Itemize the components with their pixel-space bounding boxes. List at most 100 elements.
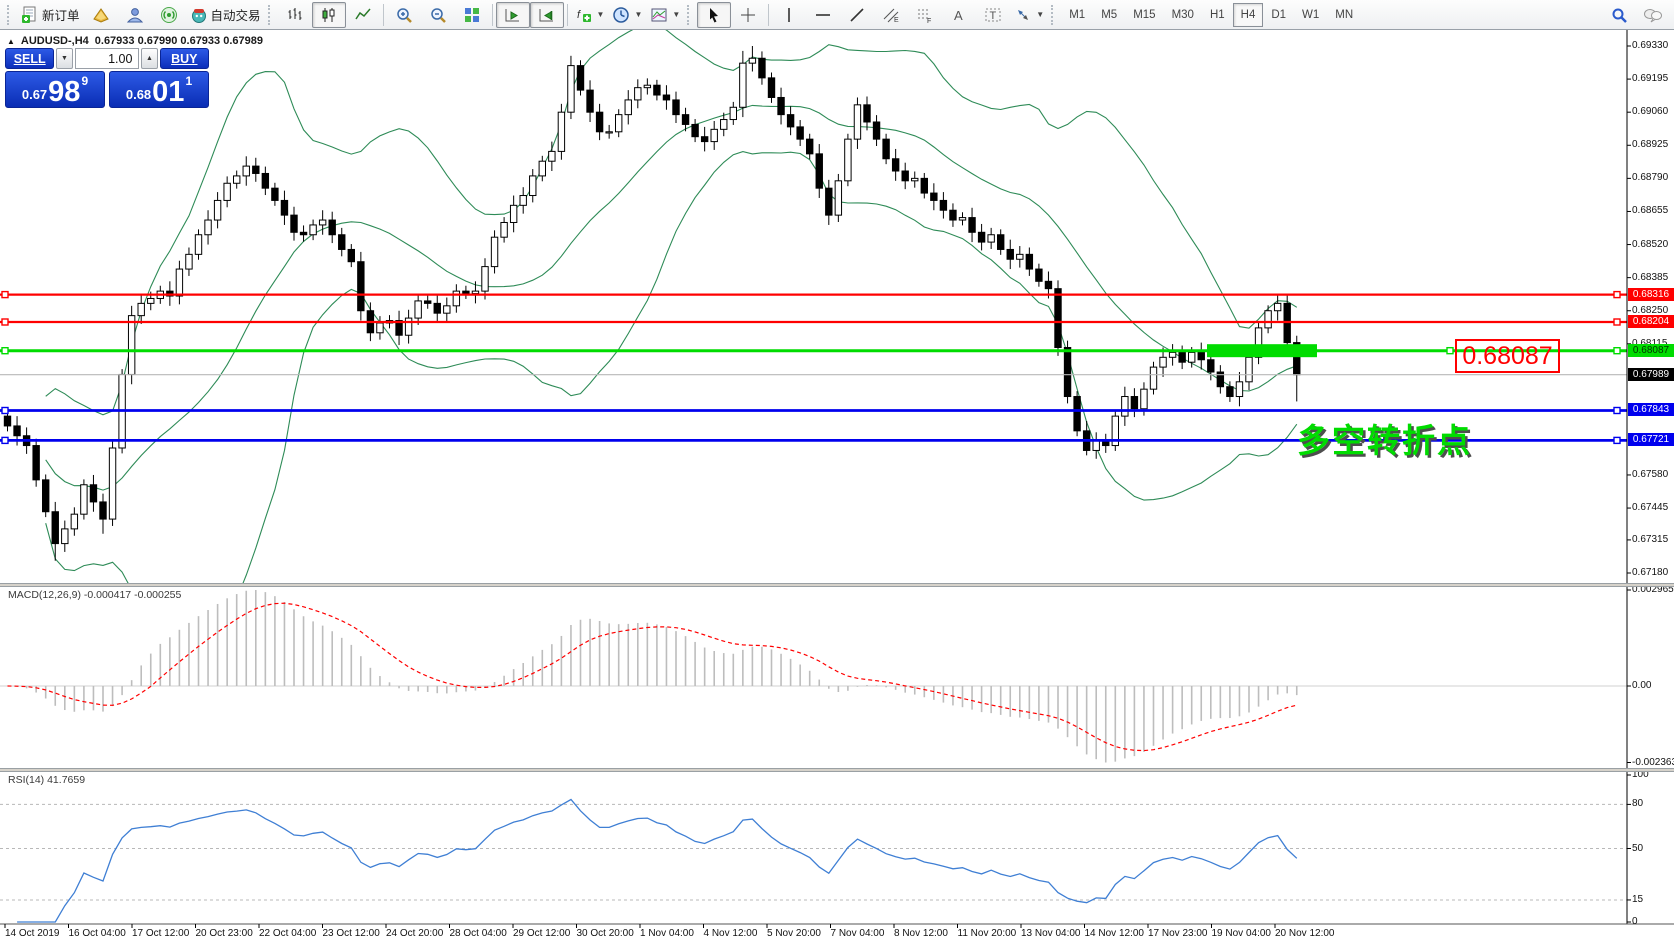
svg-text:f: f — [577, 9, 581, 21]
line-handle[interactable] — [2, 348, 8, 354]
sell-price-display[interactable]: 0.67 98 9 — [5, 71, 105, 108]
periods-icon — [612, 6, 630, 24]
timeframe-button-m5[interactable]: M5 — [1093, 3, 1125, 27]
zoom-out-button[interactable] — [421, 2, 455, 28]
timeframe-button-m30[interactable]: M30 — [1164, 3, 1202, 27]
periods-button[interactable]: ▼ — [608, 2, 646, 28]
green-highlight-rectangle[interactable] — [1207, 344, 1317, 357]
fibonacci-icon: F — [916, 6, 934, 24]
volume-input[interactable]: 1.00 — [75, 48, 140, 69]
timeframe-button-h1[interactable]: H1 — [1202, 3, 1233, 27]
timeframe-toolbar: M1M5M15M30H1H4D1W1MN — [1061, 3, 1361, 27]
arrows-icon — [1014, 6, 1032, 24]
sell-price-sup: 9 — [81, 74, 88, 88]
new-order-icon — [21, 6, 39, 24]
toolbar-grip[interactable] — [268, 5, 275, 25]
vertical-line-icon — [780, 6, 798, 24]
search-button[interactable] — [1602, 2, 1636, 28]
community-chat-button[interactable] — [1636, 2, 1670, 28]
price-tick-label: 0.68925 — [1632, 139, 1668, 150]
volume-increase-button[interactable]: ▲ — [141, 48, 157, 69]
timeframe-button-d1[interactable]: D1 — [1263, 3, 1294, 27]
price-tick-label: 0.67580 — [1632, 469, 1668, 480]
fibonacci-button[interactable]: F — [908, 2, 942, 28]
chart-shift-button[interactable] — [530, 2, 564, 28]
crosshair-button[interactable] — [731, 2, 765, 28]
line-handle[interactable] — [2, 408, 8, 414]
trendline-button[interactable] — [840, 2, 874, 28]
candlestick-chart-button[interactable] — [312, 2, 346, 28]
price-badge-blue: 0.67843 — [1628, 403, 1674, 416]
indicators-button[interactable]: f ▼ — [571, 2, 609, 28]
timeframe-button-mn[interactable]: MN — [1327, 3, 1361, 27]
svg-text:E: E — [894, 17, 899, 24]
rsi-pane-separator[interactable] — [0, 768, 1674, 772]
text-button[interactable]: A — [942, 2, 976, 28]
channel-button[interactable]: E — [874, 2, 908, 28]
macd-tick-label: 0.00 — [1632, 680, 1651, 691]
price-callout-box[interactable]: 0.68087 — [1455, 339, 1560, 373]
channel-icon: E — [882, 6, 900, 24]
vertical-line-button[interactable] — [772, 2, 806, 28]
cursor-icon — [705, 6, 723, 24]
indicators-icon: f — [575, 6, 593, 24]
price-tick-label: 0.69195 — [1632, 73, 1668, 84]
auto-scroll-button[interactable] — [496, 2, 530, 28]
collapse-icon[interactable]: ▲ — [7, 37, 15, 46]
timeframe-button-h4[interactable]: H4 — [1233, 3, 1264, 27]
line-handle[interactable] — [1614, 292, 1620, 298]
arrows-button[interactable]: ▼ — [1010, 2, 1048, 28]
auto-trading-button[interactable]: 自动交易 — [186, 2, 265, 28]
pivot-annotation-text[interactable]: 多空转折点 — [1297, 414, 1472, 462]
timeframe-button-m1[interactable]: M1 — [1061, 3, 1093, 27]
horizontal-line-button[interactable] — [806, 2, 840, 28]
metatrader-app: 新订单 自动交易 — [0, 0, 1674, 947]
zoom-in-button[interactable] — [387, 2, 421, 28]
new-order-button[interactable]: 新订单 — [17, 2, 84, 28]
price-tick-label: 0.67445 — [1632, 502, 1668, 513]
signals-button[interactable] — [152, 2, 186, 28]
market-watch-button[interactable] — [118, 2, 152, 28]
toolbar-grip[interactable] — [687, 5, 694, 25]
buy-button[interactable]: BUY — [160, 48, 209, 69]
dropdown-caret-icon: ▼ — [634, 10, 642, 19]
chart-canvas[interactable] — [0, 30, 1674, 947]
line-handle[interactable] — [1614, 408, 1620, 414]
cursor-button[interactable] — [697, 2, 731, 28]
macd-pane-separator[interactable] — [0, 583, 1674, 587]
time-axis-label: 5 Nov 20:00 — [767, 928, 821, 939]
ohlc-values: 0.67933 0.67990 0.67933 0.67989 — [95, 35, 263, 47]
line-handle[interactable] — [2, 437, 8, 443]
time-axis-label: 24 Oct 20:00 — [386, 928, 443, 939]
line-handle[interactable] — [1614, 319, 1620, 325]
line-chart-button[interactable] — [346, 2, 380, 28]
line-handle[interactable] — [1614, 437, 1620, 443]
sell-button[interactable]: SELL — [5, 48, 54, 69]
time-axis-label: 8 Nov 12:00 — [894, 928, 948, 939]
signals-icon — [160, 6, 178, 24]
bar-chart-button[interactable] — [278, 2, 312, 28]
toolbar-grip[interactable] — [1051, 5, 1058, 25]
tile-windows-button[interactable] — [455, 2, 489, 28]
volume-decrease-button[interactable]: ▼ — [56, 48, 72, 69]
callout-handle[interactable] — [1447, 348, 1453, 354]
price-tick-label: 0.68655 — [1632, 205, 1668, 216]
highlight-layer[interactable] — [1207, 344, 1317, 357]
time-axis-label: 4 Nov 12:00 — [704, 928, 758, 939]
chart-frame — [0, 30, 1674, 928]
timeframe-button-w1[interactable]: W1 — [1294, 3, 1327, 27]
line-handle[interactable] — [2, 292, 8, 298]
chart-profile-button[interactable] — [84, 2, 118, 28]
text-label-button[interactable]: T — [976, 2, 1010, 28]
templates-button[interactable]: ▼ — [646, 2, 684, 28]
zoom-out-icon — [429, 6, 447, 24]
svg-text:A: A — [954, 8, 963, 23]
toolbar-grip[interactable] — [7, 5, 14, 25]
timeframe-button-m15[interactable]: M15 — [1125, 3, 1163, 27]
line-handle[interactable] — [1614, 348, 1620, 354]
line-handle[interactable] — [2, 319, 8, 325]
bar-chart-icon — [286, 6, 304, 24]
buy-price-display[interactable]: 0.68 01 1 — [109, 71, 209, 108]
sell-price-small: 0.67 — [22, 88, 47, 101]
time-axis-label: 14 Nov 12:00 — [1085, 928, 1145, 939]
